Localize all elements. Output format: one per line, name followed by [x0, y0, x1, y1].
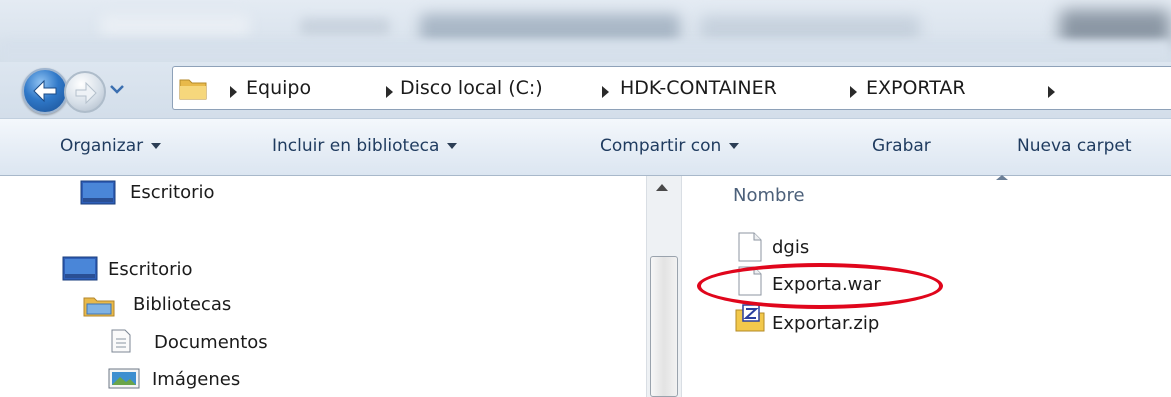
organize-label: Organizar: [60, 136, 144, 156]
scroll-up-arrow-icon[interactable]: [656, 184, 668, 191]
new-folder-button[interactable]: Nueva carpet: [1017, 133, 1132, 159]
share-with-label: Compartir con: [600, 136, 722, 156]
back-arrow-icon: [33, 79, 57, 103]
pictures-icon: [108, 366, 140, 394]
dropdown-arrow-icon: [447, 143, 458, 149]
file-item-exportar-zip[interactable]: Exportar.zip: [772, 311, 879, 337]
libraries-icon: [82, 292, 116, 322]
breadcrumb-separator-icon[interactable]: [850, 86, 857, 98]
breadcrumb-separator-icon[interactable]: [230, 86, 237, 98]
breadcrumb-disco-local[interactable]: Disco local (C:): [400, 73, 543, 103]
organize-button[interactable]: Organizar: [60, 133, 162, 159]
chevron-down-icon: [110, 85, 124, 94]
dropdown-arrow-icon: [729, 143, 740, 149]
folder-icon: [178, 75, 208, 101]
nav-item-imagenes[interactable]: Imágenes: [152, 367, 240, 393]
back-button[interactable]: [22, 68, 68, 114]
desktop-icon: [80, 180, 116, 210]
nav-item-bibliotecas[interactable]: Bibliotecas: [133, 292, 231, 318]
include-library-label: Incluir en biblioteca: [272, 136, 440, 156]
dropdown-arrow-icon: [151, 143, 162, 149]
zip-file-icon: [734, 303, 766, 337]
desktop-icon: [62, 256, 98, 286]
share-with-button[interactable]: Compartir con: [600, 133, 740, 159]
command-bar: [0, 118, 1171, 176]
documents-icon: [108, 328, 134, 358]
file-item-dgis[interactable]: dgis: [772, 235, 809, 261]
breadcrumb-equipo[interactable]: Equipo: [246, 73, 311, 103]
burn-button[interactable]: Grabar: [872, 133, 931, 159]
sort-ascending-icon: [996, 175, 1008, 180]
column-header-name[interactable]: Nombre: [733, 183, 805, 209]
scrollbar-thumb[interactable]: [650, 256, 678, 397]
forward-arrow-icon: [75, 81, 97, 105]
nav-item-escritorio[interactable]: Escritorio: [108, 257, 193, 283]
nav-item-escritorio-favorite[interactable]: Escritorio: [130, 180, 215, 206]
breadcrumb-hdk-container[interactable]: HDK-CONTAINER: [620, 73, 777, 103]
breadcrumb-separator-icon[interactable]: [1048, 86, 1055, 98]
forward-button[interactable]: [64, 71, 106, 113]
file-icon: [736, 232, 764, 266]
recent-pages-button[interactable]: [109, 80, 125, 98]
include-library-button[interactable]: Incluir en biblioteca: [272, 133, 458, 159]
window-title-bar: [0, 0, 1171, 62]
breadcrumb-exportar[interactable]: EXPORTAR: [866, 73, 966, 103]
highlight-ellipse-annotation: [697, 263, 943, 309]
breadcrumb-separator-icon[interactable]: [386, 86, 393, 98]
nav-item-documentos[interactable]: Documentos: [154, 330, 268, 356]
breadcrumb-separator-icon[interactable]: [602, 86, 609, 98]
